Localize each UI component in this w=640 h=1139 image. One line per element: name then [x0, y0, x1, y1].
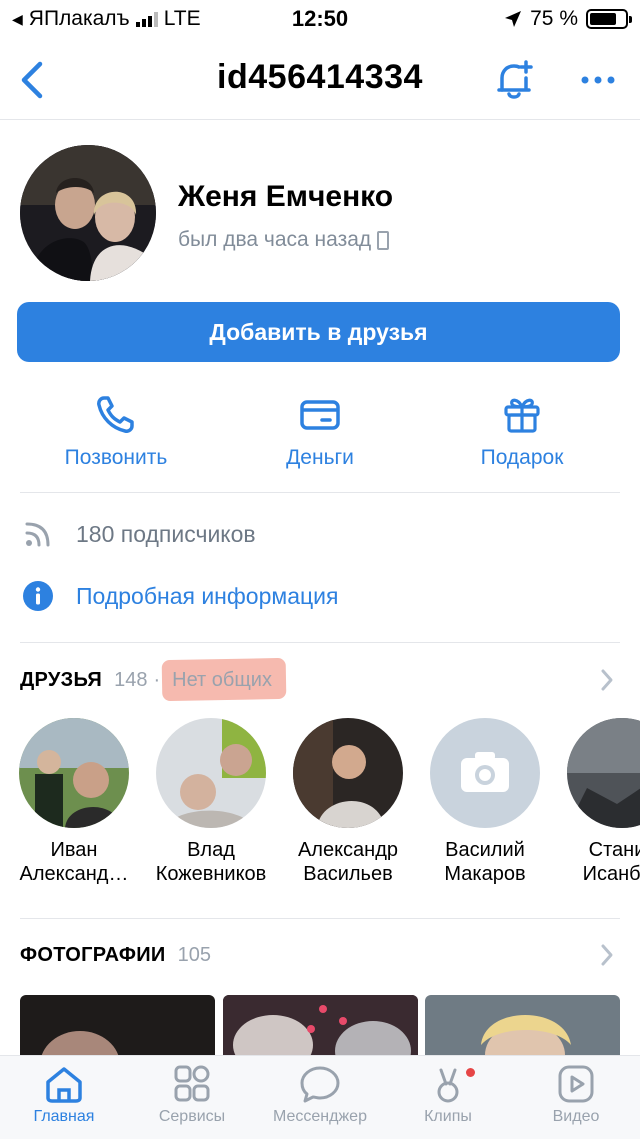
- tab-services[interactable]: Сервисы: [128, 1064, 256, 1126]
- profile-avatar[interactable]: [20, 145, 156, 281]
- battery-percent: 75 %: [530, 7, 578, 30]
- friend-card[interactable]: Александр Васильев: [280, 718, 416, 886]
- add-friend-button[interactable]: Добавить в друзья: [17, 302, 620, 362]
- mutual-friends-text: Нет общих: [172, 668, 272, 691]
- divider: [20, 492, 620, 493]
- friend-avatar: [567, 718, 640, 828]
- friends-carousel[interactable]: Иван Александ… Влад Кожевников Александр: [0, 718, 640, 888]
- friend-avatar: [156, 718, 266, 828]
- avatar-photo: [20, 145, 156, 281]
- info-icon: [20, 578, 56, 614]
- tab-home[interactable]: Главная: [0, 1064, 128, 1126]
- video-icon: [558, 1065, 594, 1103]
- tab-bar: Главная Сервисы Мессенджер Клипы Видео: [0, 1055, 640, 1139]
- last-seen-status: был два часа назад: [178, 228, 390, 252]
- friend-card[interactable]: Станис Исанбул: [554, 718, 640, 886]
- photos-title: ФОТОГРАФИИ: [20, 943, 166, 966]
- action-row: Позвонить Деньги Подарок: [0, 388, 640, 478]
- friend-last-name: Макаров: [444, 863, 526, 885]
- separator: ·: [153, 668, 161, 691]
- call-label: Позвонить: [64, 446, 168, 469]
- battery-icon: [586, 9, 632, 29]
- subscribe-notifications-button[interactable]: [494, 58, 534, 102]
- nav-header: id456414334: [0, 44, 640, 120]
- friend-last-name: Васильев: [303, 863, 393, 885]
- friends-title: ДРУЗЬЯ: [20, 668, 103, 691]
- clips-notification-badge: [466, 1068, 475, 1077]
- divider: [20, 642, 620, 643]
- gift-action[interactable]: Подарок: [422, 388, 622, 478]
- friend-first-name: Иван: [50, 839, 98, 861]
- clips-icon: [437, 1068, 459, 1103]
- status-bar: ◀ ЯПлакалъ LTE 12:50 75 %: [0, 0, 640, 36]
- friend-avatar-placeholder: [430, 718, 540, 828]
- more-button[interactable]: [578, 58, 618, 102]
- tab-video[interactable]: Видео: [512, 1064, 640, 1126]
- mobile-device-icon: [377, 230, 390, 250]
- gift-icon: [504, 398, 540, 433]
- chevron-right-icon: [601, 669, 613, 691]
- tab-services-label: Сервисы: [158, 1108, 226, 1125]
- friend-last-name: Кожевников: [155, 863, 267, 885]
- money-label: Деньги: [286, 446, 354, 469]
- services-icon: [174, 1065, 210, 1102]
- friend-card[interactable]: Влад Кожевников: [143, 718, 279, 886]
- friend-last-name: Александ…: [19, 863, 129, 885]
- location-arrow-icon: [505, 11, 522, 27]
- bell-plus-icon: [497, 60, 533, 99]
- friend-avatar: [293, 718, 403, 828]
- friend-first-name: Станис: [588, 839, 640, 861]
- friend-avatar: [19, 718, 129, 828]
- camera-icon: [461, 752, 509, 792]
- money-card-icon: [300, 400, 340, 430]
- friend-card[interactable]: Василий Макаров: [417, 718, 553, 886]
- call-action[interactable]: Позвонить: [16, 388, 216, 478]
- friend-first-name: Влад: [187, 839, 235, 861]
- tab-clips[interactable]: Клипы: [384, 1064, 512, 1126]
- tab-video-label: Видео: [552, 1108, 600, 1125]
- details-row[interactable]: Подробная информация: [20, 574, 620, 618]
- friend-last-name: Исанбул: [582, 863, 640, 885]
- rss-feed-icon: [20, 516, 56, 552]
- profile-name: Женя Емченко: [178, 180, 394, 213]
- friend-first-name: Александр: [297, 839, 399, 861]
- status-right: 75 %: [504, 7, 632, 31]
- friends-count: 148: [114, 668, 148, 691]
- photos-header[interactable]: ФОТОГРАФИИ 105: [20, 935, 620, 975]
- money-action[interactable]: Деньги: [220, 388, 420, 478]
- more-dots-icon: [581, 76, 615, 84]
- followers-row[interactable]: 180 подписчиков: [20, 512, 620, 556]
- messenger-icon: [300, 1066, 340, 1103]
- last-seen-text: был два часа назад: [178, 228, 372, 251]
- mutual-friends: Нет общих: [161, 657, 287, 701]
- home-icon: [46, 1067, 82, 1103]
- followers-count: 180 подписчиков: [76, 520, 256, 547]
- tab-home-label: Главная: [33, 1108, 95, 1125]
- page-title: id456414334: [217, 58, 423, 96]
- photos-count: 105: [177, 943, 211, 966]
- gift-label: Подарок: [480, 446, 564, 469]
- phone-icon: [97, 396, 134, 433]
- details-link: Подробная информация: [76, 582, 339, 609]
- tab-messenger-label: Мессенджер: [273, 1108, 367, 1125]
- friend-first-name: Василий: [445, 839, 525, 861]
- divider: [20, 918, 620, 919]
- tab-clips-label: Клипы: [424, 1108, 472, 1125]
- friends-header[interactable]: ДРУЗЬЯ 148 · Нет общих: [20, 657, 620, 701]
- tab-messenger[interactable]: Мессенджер: [256, 1064, 384, 1126]
- friend-card[interactable]: Иван Александ…: [6, 718, 142, 886]
- chevron-right-icon: [601, 944, 613, 966]
